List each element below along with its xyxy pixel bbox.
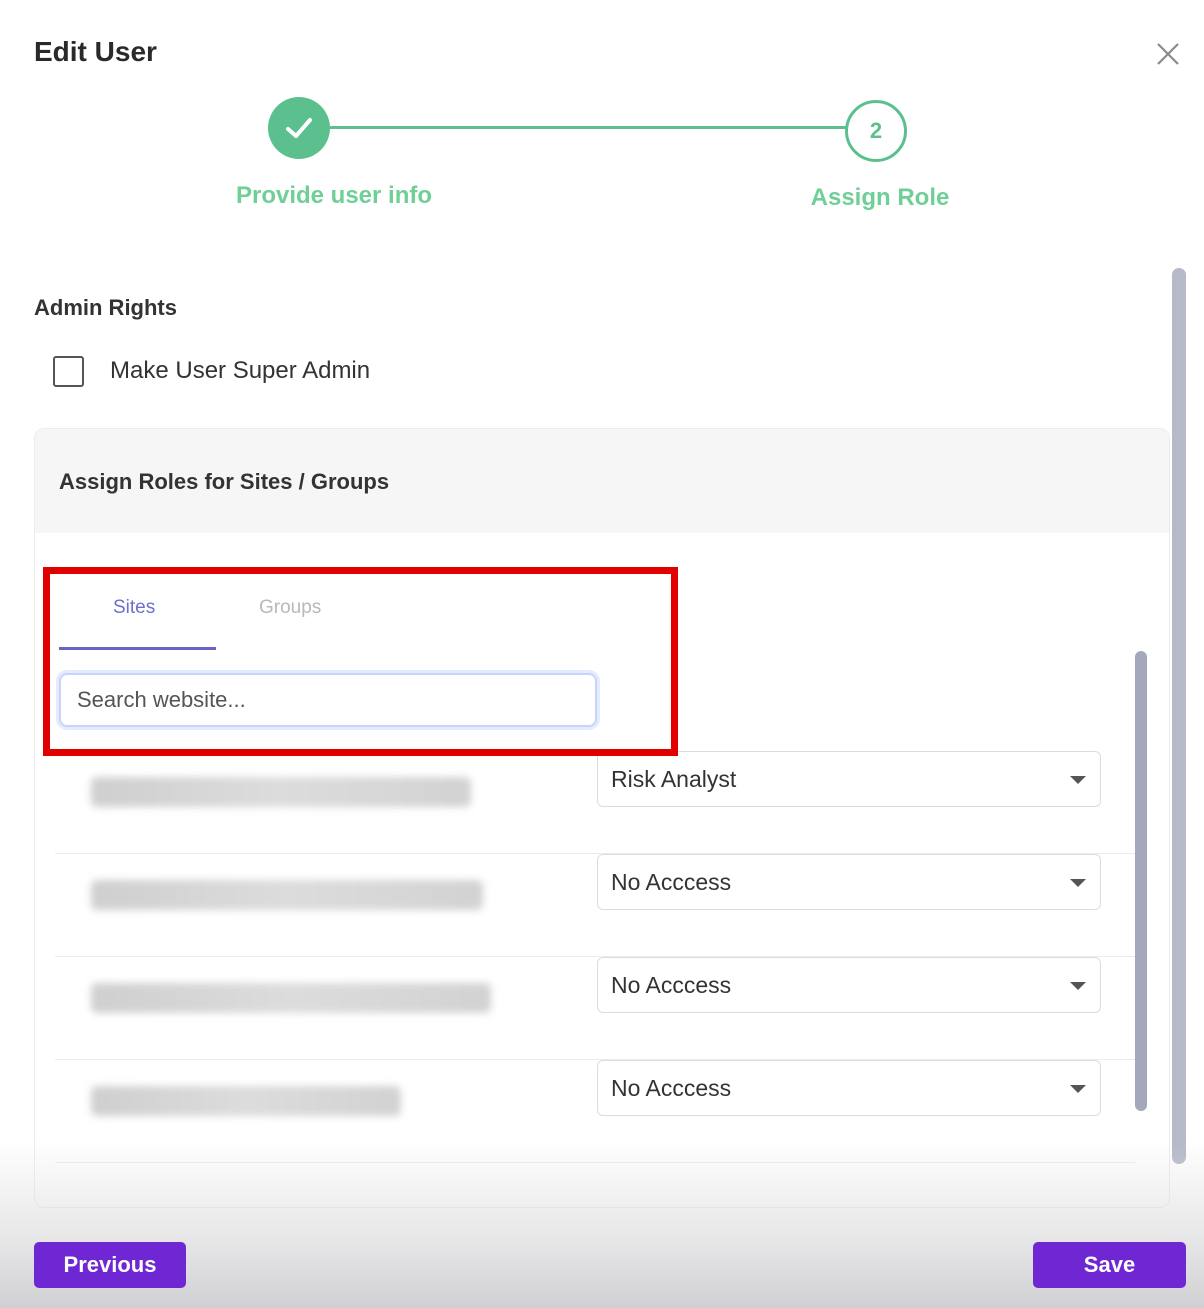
role-select[interactable]: No Acccess <box>597 854 1101 910</box>
step-1-indicator <box>268 97 330 159</box>
site-name-blurred: blurred-site-name <box>91 777 471 807</box>
roles-panel: Assign Roles for Sites / Groups Sites Gr… <box>34 428 1170 1208</box>
list-scrollbar[interactable] <box>1135 651 1147 1111</box>
dialog-scrollbar[interactable] <box>1172 268 1186 1164</box>
active-tab-indicator <box>59 647 216 650</box>
dialog-title: Edit User <box>34 36 157 67</box>
table-row: blurred-site-name No Acccess <box>55 1060 1135 1163</box>
table-row: blurred-site-name No Acccess <box>55 957 1135 1060</box>
role-select[interactable]: No Acccess <box>597 1060 1101 1116</box>
admin-rights-title: Admin Rights <box>34 295 177 320</box>
role-select[interactable]: No Acccess <box>597 957 1101 1013</box>
role-select-value: No Acccess <box>611 869 732 895</box>
roles-panel-header: Assign Roles for Sites / Groups <box>35 429 1169 533</box>
caret-down-icon <box>1070 1085 1086 1093</box>
role-select-value: No Acccess <box>611 972 732 998</box>
step-2-indicator: 2 <box>845 100 907 162</box>
caret-down-icon <box>1070 982 1086 990</box>
role-select[interactable]: Risk Analyst <box>597 751 1101 807</box>
save-button[interactable]: Save <box>1033 1242 1186 1288</box>
role-select-value: Risk Analyst <box>611 766 737 792</box>
stepper-connector <box>330 126 848 129</box>
close-icon <box>1157 43 1179 65</box>
roles-panel-title: Assign Roles for Sites / Groups <box>59 469 390 494</box>
site-name-blurred: blurred-site-name <box>91 1086 401 1116</box>
site-name-blurred: blurred-site-name <box>91 880 483 910</box>
table-row: blurred-site-name Risk Analyst <box>55 751 1135 854</box>
step-1-label: Provide user info <box>235 182 433 209</box>
caret-down-icon <box>1070 879 1086 887</box>
caret-down-icon <box>1070 776 1086 784</box>
role-select-value: No Acccess <box>611 1075 732 1101</box>
super-admin-label[interactable]: Make User Super Admin <box>110 357 370 385</box>
tab-sites[interactable]: Sites <box>113 597 155 619</box>
table-row: blurred-site-name No Acccess <box>55 854 1135 957</box>
super-admin-checkbox[interactable] <box>53 356 84 387</box>
edit-user-dialog: Edit User 2 Provide user info Assign Rol… <box>0 0 1204 1308</box>
step-2-label: Assign Role <box>810 184 950 211</box>
check-icon <box>286 118 312 138</box>
tab-groups[interactable]: Groups <box>259 597 321 619</box>
close-button[interactable] <box>1150 36 1186 72</box>
previous-button[interactable]: Previous <box>34 1242 186 1288</box>
site-name-blurred: blurred-site-name <box>91 983 491 1013</box>
search-website-input[interactable] <box>59 673 597 727</box>
